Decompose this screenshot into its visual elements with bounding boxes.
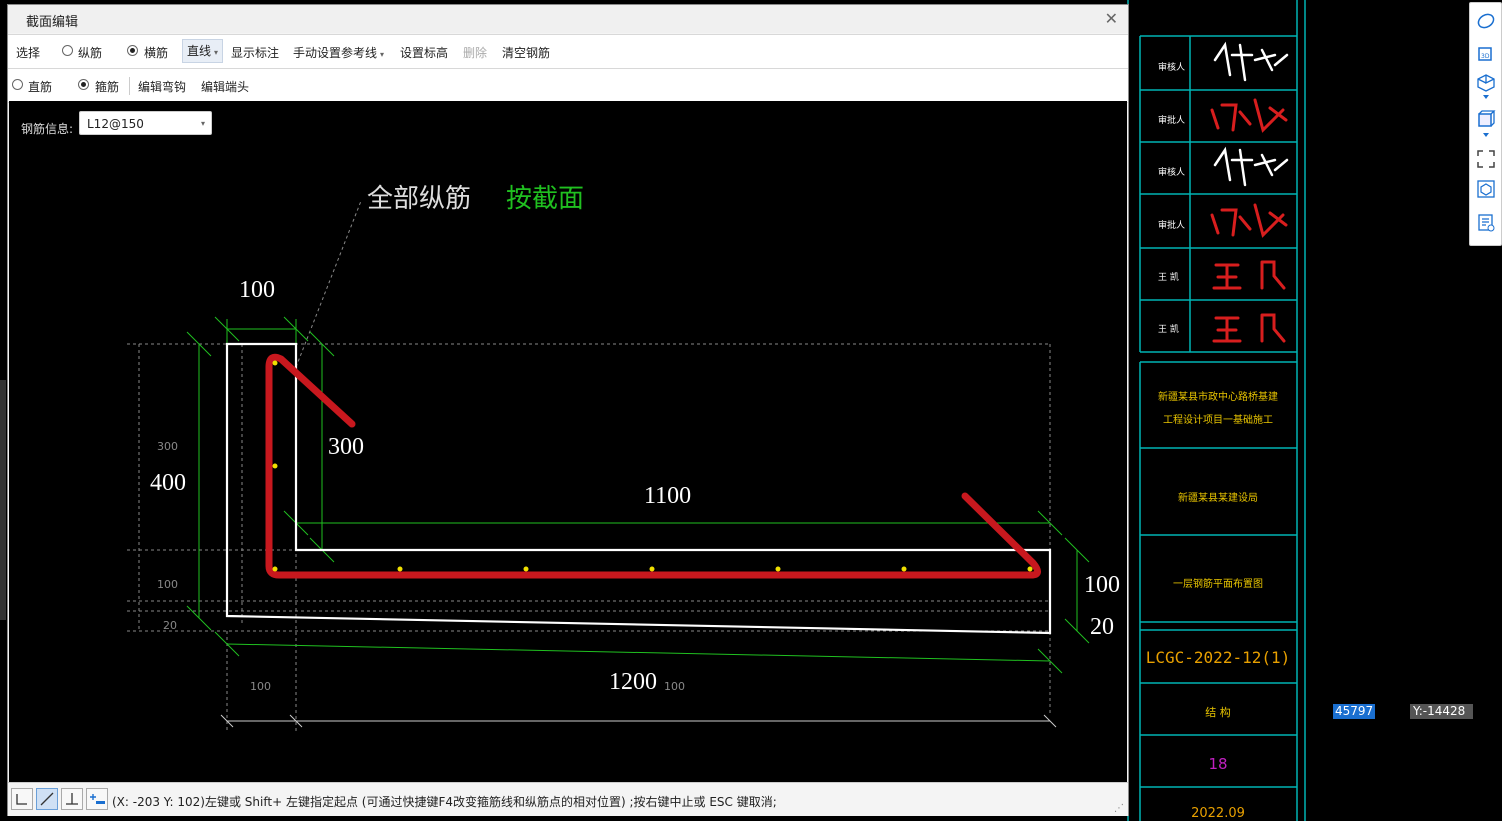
3d-view-icon[interactable]: 3D bbox=[1476, 43, 1496, 63]
dim-right-height: 100 bbox=[1084, 572, 1120, 598]
stamp-label-3: 审核人 bbox=[1158, 168, 1186, 178]
chevron-down-icon-2[interactable] bbox=[1476, 131, 1496, 141]
longitudinal-label[interactable]: 纵筋 bbox=[78, 44, 102, 61]
dim-top-width: 100 bbox=[239, 277, 275, 303]
project-line-1: 新疆某县市政中心路桥基建 bbox=[1158, 392, 1278, 403]
offset-button[interactable] bbox=[86, 788, 108, 810]
dialog-title: 截面编辑 bbox=[26, 15, 79, 30]
small-dim-20: 20 bbox=[163, 619, 177, 632]
clear-rebar-button[interactable]: 清空钢筋 bbox=[502, 44, 550, 61]
orbit-icon[interactable] bbox=[1476, 11, 1496, 31]
cube-icon[interactable] bbox=[1476, 73, 1496, 93]
stamp-label-4: 审批人 bbox=[1158, 221, 1186, 231]
svg-text:3D: 3D bbox=[1481, 53, 1490, 60]
manual-ref-button[interactable]: 手动设置参考线 ▾ bbox=[293, 44, 384, 61]
dim-hook-len: 300 bbox=[328, 434, 364, 460]
leader-label-green: 按截面 bbox=[506, 184, 584, 213]
stamp-label-5: 王 凯 bbox=[1158, 273, 1179, 283]
ortho-icon bbox=[16, 794, 27, 805]
fullscreen-icon[interactable] bbox=[1476, 149, 1496, 169]
sheet-label: 结 构 bbox=[1205, 706, 1231, 719]
small-dim-100: 100 bbox=[157, 578, 178, 591]
small-dim-bottom-100a: 100 bbox=[250, 680, 271, 693]
manual-ref-label: 手动设置参考线 bbox=[293, 46, 378, 60]
diagonal-line-icon bbox=[40, 792, 54, 806]
line-type-value: 直线 bbox=[187, 44, 212, 58]
stamp-label-2: 审批人 bbox=[1158, 116, 1186, 126]
perpendicular-icon bbox=[66, 793, 78, 805]
section-edit-dialog: 截面编辑 ✕ 选择 纵筋 横筋 直线 ▾ 显示标注 手动设置参考线 ▾ 设置标高 删… bbox=[7, 4, 1129, 816]
stirrup-label[interactable]: 箍筋 bbox=[95, 78, 119, 95]
section-canvas[interactable]: 钢筋信息: L12@150 ▾ 全部纵筋 按截面 100 300 400 110… bbox=[9, 101, 1127, 782]
section-drawing: 全部纵筋 按截面 100 300 400 1100 100 20 1200 30… bbox=[127, 184, 1120, 731]
view-toolbar: 3D bbox=[1469, 2, 1502, 246]
coord-y-input[interactable]: Y:-14428 bbox=[1410, 704, 1473, 719]
unit-name: 新疆某县某建设局 bbox=[1178, 493, 1258, 504]
small-dim-bottom-100b: 100 bbox=[664, 680, 685, 693]
perpendicular-button[interactable] bbox=[61, 788, 83, 810]
secondary-toolbar: 直筋 箍筋 编辑弯钩 编辑端头 bbox=[8, 68, 1128, 103]
dim-cover: 20 bbox=[1090, 614, 1114, 640]
close-icon[interactable]: ✕ bbox=[1105, 9, 1118, 28]
transverse-label[interactable]: 横筋 bbox=[144, 44, 168, 61]
stamp-label-1: 审核人 bbox=[1158, 63, 1186, 73]
drawing-number: LCGC-2022-12(1) bbox=[1145, 648, 1291, 667]
straight-radio[interactable] bbox=[12, 79, 23, 90]
chevron-down-icon: ▾ bbox=[214, 48, 219, 57]
stirrup-radio[interactable] bbox=[78, 79, 89, 90]
transverse-radio[interactable] bbox=[127, 45, 138, 56]
dim-height: 400 bbox=[150, 470, 186, 496]
coord-x-input[interactable]: 45797 bbox=[1333, 704, 1375, 719]
set-elevation-button[interactable]: 设置标高 bbox=[400, 44, 448, 61]
small-dim-300: 300 bbox=[157, 440, 178, 453]
chevron-down-icon: ▾ bbox=[380, 50, 385, 59]
status-text: (X: -203 Y: 102)左键或 Shift+ 左键指定起点 (可通过快捷… bbox=[112, 795, 777, 809]
straight-label[interactable]: 直筋 bbox=[28, 78, 52, 95]
resize-grip-icon[interactable]: ⋰ bbox=[1114, 803, 1124, 814]
edit-hook-button[interactable]: 编辑弯钩 bbox=[138, 78, 186, 95]
view-cube-icon[interactable] bbox=[1476, 179, 1496, 199]
dim-total-len: 1200 bbox=[609, 669, 657, 695]
box-icon[interactable] bbox=[1476, 109, 1496, 129]
edit-end-button[interactable]: 编辑端头 bbox=[201, 78, 249, 95]
status-bar: (X: -203 Y: 102)左键或 Shift+ 左键指定起点 (可通过快捷… bbox=[8, 782, 1128, 816]
select-tool[interactable]: 选择 bbox=[16, 44, 40, 61]
line-mode-button[interactable] bbox=[36, 788, 58, 810]
dim-inner-len: 1100 bbox=[644, 483, 691, 509]
offset-icon bbox=[90, 794, 105, 804]
toolbar-separator bbox=[129, 77, 130, 95]
stamp-label-6: 王 凯 bbox=[1158, 325, 1179, 335]
drawing-date: 2022.09 bbox=[1191, 806, 1245, 821]
sheet-number: 18 bbox=[1208, 755, 1228, 773]
project-line-2: 工程设计项目一基础施工 bbox=[1163, 415, 1273, 426]
ortho-snap-button[interactable] bbox=[11, 788, 33, 810]
line-type-dropdown[interactable]: 直线 ▾ bbox=[182, 39, 224, 63]
leader-label: 全部纵筋 bbox=[367, 184, 471, 213]
longitudinal-radio[interactable] bbox=[62, 45, 73, 56]
show-dims-button[interactable]: 显示标注 bbox=[231, 44, 279, 61]
properties-icon[interactable] bbox=[1476, 213, 1496, 233]
sheet-title: 一层钢筋平面布置图 bbox=[1173, 579, 1263, 590]
dialog-titlebar[interactable]: 截面编辑 ✕ bbox=[8, 5, 1128, 33]
delete-button[interactable]: 删除 bbox=[463, 44, 487, 61]
chevron-down-icon[interactable] bbox=[1476, 93, 1496, 103]
main-toolbar: 选择 纵筋 横筋 直线 ▾ 显示标注 手动设置参考线 ▾ 设置标高 删除 清空钢筋 bbox=[8, 34, 1128, 68]
